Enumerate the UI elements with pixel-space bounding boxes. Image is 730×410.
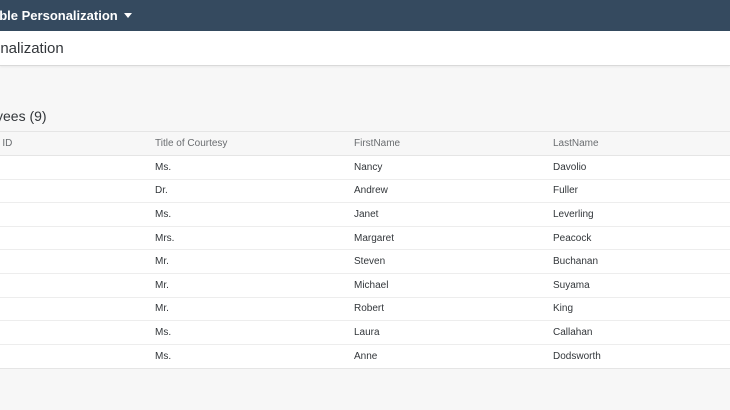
employees-table: e ID Title of Courtesy FirstName LastNam…	[0, 131, 730, 370]
cell-firstname: Robert	[354, 303, 385, 315]
shell-bar: able Personalization	[0, 0, 730, 31]
page-title: onalization	[0, 40, 64, 57]
cell-title-of-courtesy: Mrs.	[155, 232, 175, 244]
cell-firstname: Anne	[354, 351, 378, 363]
cell-lastname: King	[553, 303, 574, 315]
table-row[interactable]: Ms. Janet Leverling	[0, 203, 730, 227]
column-header-employee-id[interactable]: e ID	[0, 132, 12, 155]
table-row[interactable]: Mr. Steven Buchanan	[0, 250, 730, 274]
page-header: onalization	[0, 31, 730, 66]
cell-firstname: Michael	[354, 279, 389, 291]
cell-lastname: Davolio	[553, 161, 587, 173]
column-header-lastname[interactable]: LastName	[553, 132, 599, 155]
cell-title-of-courtesy: Ms.	[155, 208, 172, 220]
cell-title-of-courtesy: Ms.	[155, 351, 172, 363]
table-row[interactable]: Mrs. Margaret Peacock	[0, 227, 730, 251]
cell-lastname: Suyama	[553, 279, 590, 291]
table-row[interactable]: Ms. Anne Dodsworth	[0, 345, 730, 369]
cell-lastname: Leverling	[553, 208, 594, 220]
cell-lastname: Buchanan	[553, 256, 599, 268]
cell-title-of-courtesy: Mr.	[155, 256, 169, 268]
cell-firstname: Janet	[354, 208, 379, 220]
table-row[interactable]: Ms. Laura Callahan	[0, 321, 730, 345]
table-row[interactable]: Dr. Andrew Fuller	[0, 180, 730, 204]
table-header: e ID Title of Courtesy FirstName LastNam…	[0, 132, 730, 156]
table-row[interactable]: Mr. Robert King	[0, 298, 730, 322]
cell-lastname: Callahan	[553, 326, 593, 338]
app-title: able Personalization	[0, 8, 118, 23]
cell-lastname: Peacock	[553, 232, 592, 244]
cell-firstname: Andrew	[354, 185, 388, 197]
table-row[interactable]: Mr. Michael Suyama	[0, 274, 730, 298]
cell-lastname: Dodsworth	[553, 351, 601, 363]
cell-title-of-courtesy: Dr.	[155, 185, 168, 197]
cell-firstname: Margaret	[354, 232, 395, 244]
chevron-down-icon	[123, 13, 132, 18]
cell-firstname: Steven	[354, 256, 386, 268]
column-header-firstname[interactable]: FirstName	[354, 132, 400, 155]
table-row[interactable]: Ms. Nancy Davolio	[0, 156, 730, 180]
cell-title-of-courtesy: Mr.	[155, 279, 169, 291]
table-title: yees (9)	[0, 108, 47, 124]
app-title-menu[interactable]: able Personalization	[0, 8, 132, 23]
cell-lastname: Fuller	[553, 185, 579, 197]
cell-title-of-courtesy: Ms.	[155, 326, 172, 338]
cell-firstname: Nancy	[354, 161, 383, 173]
cell-title-of-courtesy: Mr.	[155, 303, 169, 315]
column-header-title-of-courtesy[interactable]: Title of Courtesy	[155, 132, 227, 155]
cell-title-of-courtesy: Ms.	[155, 161, 172, 173]
cell-firstname: Laura	[354, 326, 380, 338]
